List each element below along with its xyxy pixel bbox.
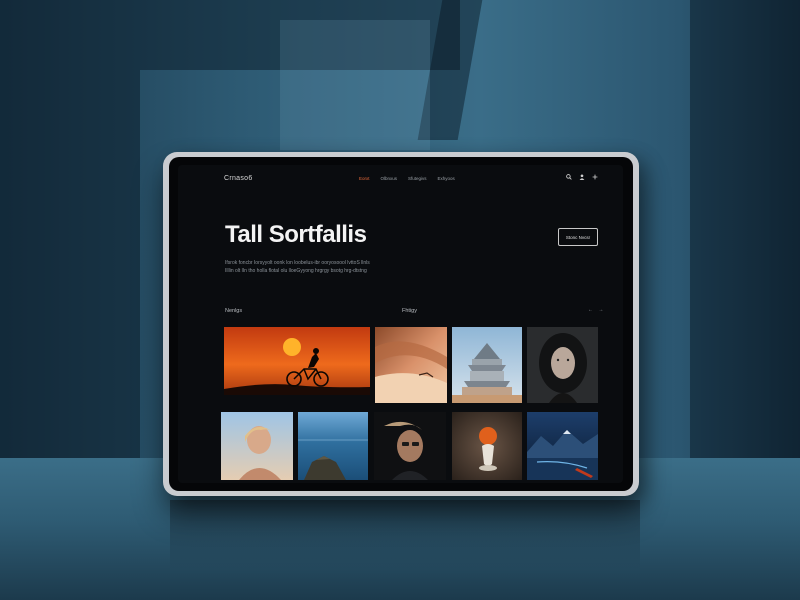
gallery-tile-desert[interactable] bbox=[375, 327, 447, 403]
hero-description: Ifsrok foncbr Iorsyyolt oonk lon loobelu… bbox=[225, 259, 425, 275]
user-icon[interactable] bbox=[579, 174, 585, 182]
gallery-tile-cyclist[interactable] bbox=[224, 327, 370, 395]
search-icon[interactable] bbox=[566, 174, 572, 182]
gallery-tile-portrait-curly[interactable] bbox=[527, 327, 598, 403]
nav-link-1[interactable]: Olbnxus bbox=[381, 176, 398, 181]
gallery-tile-mountain-lake[interactable] bbox=[527, 412, 598, 480]
gallery-section-label-left: Nenlgs bbox=[225, 308, 243, 314]
tablet-bezel: Crnaso6 Eorxt Olbnxus Sfutegivs Exhyoos bbox=[169, 157, 633, 491]
hero-description-line: Ifsrok foncbr Iorsyyolt oonk lon loobelu… bbox=[225, 260, 370, 266]
nav-icons bbox=[566, 174, 598, 182]
window-shadow-left bbox=[0, 0, 140, 460]
gallery-section-label-right: Fhtigy bbox=[402, 308, 417, 314]
nav-link-3[interactable]: Exhyoos bbox=[438, 176, 455, 181]
gallery-tile-portrait-man[interactable] bbox=[374, 412, 446, 480]
gallery-nav-arrows[interactable]: ← → bbox=[588, 307, 605, 313]
hero-cta-button[interactable]: Stonc Nvcsr bbox=[558, 228, 598, 246]
hero-title: Tall Sortfallis bbox=[225, 221, 367, 248]
tablet-reflection bbox=[170, 500, 640, 570]
hero-description-line: Illlin olt lIn tho holla flotal olu lloe… bbox=[225, 268, 367, 274]
site-logo[interactable]: Crnaso6 bbox=[224, 175, 253, 182]
gallery-tile-ocean-cliff[interactable] bbox=[298, 412, 368, 480]
plus-icon[interactable] bbox=[592, 174, 598, 182]
main-nav: Eorxt Olbnxus Sfutegivs Exhyoos bbox=[359, 176, 455, 181]
window-shadow-right bbox=[690, 0, 800, 460]
tablet-screen: Crnaso6 Eorxt Olbnxus Sfutegivs Exhyoos bbox=[178, 165, 623, 483]
gallery-tile-orange-sphere[interactable] bbox=[452, 412, 522, 480]
nav-link-2[interactable]: Sfutegivs bbox=[408, 176, 427, 181]
window-light-patch bbox=[280, 20, 430, 150]
nav-link-0[interactable]: Eorxt bbox=[359, 176, 370, 181]
gallery-tile-pagoda[interactable] bbox=[452, 327, 522, 403]
gallery-tile-portrait-blonde[interactable] bbox=[221, 412, 293, 480]
tablet-device: Crnaso6 Eorxt Olbnxus Sfutegivs Exhyoos bbox=[163, 152, 639, 496]
